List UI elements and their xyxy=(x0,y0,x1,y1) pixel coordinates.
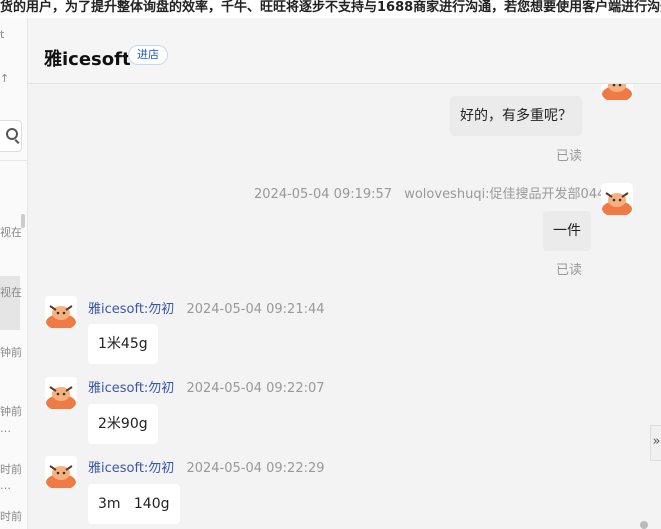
avatar xyxy=(601,84,633,100)
sidebar-snippet: t xyxy=(0,28,5,41)
sidebar-item-time[interactable]: 视在 xyxy=(0,224,22,240)
message-sender[interactable]: 雅icesoft:勿初 xyxy=(88,381,174,396)
divider xyxy=(0,160,27,161)
notice-banner: 货的用户，为了提升整体询盘的效率，千牛、旺旺将逐步不支持与1688商家进行沟通，… xyxy=(0,0,661,18)
message-sender[interactable]: 雅icesoft:勿初 xyxy=(88,302,174,317)
enter-shop-button[interactable]: 进店 xyxy=(128,45,168,65)
notice-text: 货的用户，为了提升整体询盘的效率，千牛、旺旺将逐步不支持与1688商家进行沟通，… xyxy=(0,0,661,15)
message-meta: 雅icesoft:勿初 2024-05-04 09:22:29 xyxy=(88,457,325,476)
conversation-sidebar: t ↑ 视在 视在 钟前 钟前 … 时前 … 时前 … xyxy=(0,18,28,529)
read-status: 已读 xyxy=(556,263,583,278)
avatar[interactable] xyxy=(45,456,77,488)
chat-header: 雅icesoft 进店 xyxy=(28,18,661,84)
message-meta: 雅icesoft:勿初 2024-05-04 09:22:07 xyxy=(88,377,325,396)
sidebar-item-time[interactable]: 钟前 xyxy=(0,344,22,360)
message-time: 2024-05-04 09:22:29 xyxy=(186,461,325,476)
read-status: 已读 xyxy=(556,149,583,164)
avatar[interactable] xyxy=(45,377,77,409)
message-bubble[interactable]: 2米90g xyxy=(88,404,158,444)
scrollbar-thumb[interactable] xyxy=(640,521,648,529)
expand-panel-button[interactable]: » xyxy=(650,425,661,461)
sidebar-item-ellipsis: … xyxy=(0,524,11,529)
shop-name[interactable]: 雅icesoft xyxy=(44,45,131,71)
message-meta: 2024-05-04 09:19:57 woloveshuqi:促佳搜品开发部0… xyxy=(254,183,605,202)
double-chevron-right-icon: » xyxy=(652,434,661,449)
message-list: 好的，有多重呢？ 已读 2024-05-04 09:19:57 wolovesh… xyxy=(28,84,661,529)
sidebar-snippet: ↑ xyxy=(0,72,10,85)
message-sender[interactable]: 雅icesoft:勿初 xyxy=(88,461,174,476)
sidebar-item-time[interactable]: 时前 xyxy=(0,461,22,477)
sidebar-item-time[interactable]: 钟前 xyxy=(0,403,22,419)
avatar[interactable] xyxy=(45,296,77,328)
search-button[interactable] xyxy=(0,120,22,152)
message-time: 2024-05-04 09:21:44 xyxy=(186,302,325,317)
message-bubble[interactable]: 1米45g xyxy=(88,324,158,364)
message-sender: woloveshuqi:促佳搜品开发部044 xyxy=(404,187,606,202)
search-icon xyxy=(6,128,18,140)
message-bubble[interactable]: 好的，有多重呢？ xyxy=(450,96,582,136)
message-time: 2024-05-04 09:22:07 xyxy=(186,381,325,396)
message-time: 2024-05-04 09:19:57 xyxy=(254,187,393,202)
message-meta: 雅icesoft:勿初 2024-05-04 09:21:44 xyxy=(88,298,325,317)
message-bubble[interactable]: 一件 xyxy=(543,211,591,251)
sidebar-item-ellipsis: … xyxy=(0,479,11,492)
sidebar-item-ellipsis: … xyxy=(0,422,11,435)
message-bubble[interactable]: 3m 140g xyxy=(88,484,180,524)
sidebar-item-time[interactable]: 视在 xyxy=(0,284,22,300)
avatar[interactable] xyxy=(601,183,633,215)
sidebar-item-time[interactable]: 时前 xyxy=(0,508,22,524)
